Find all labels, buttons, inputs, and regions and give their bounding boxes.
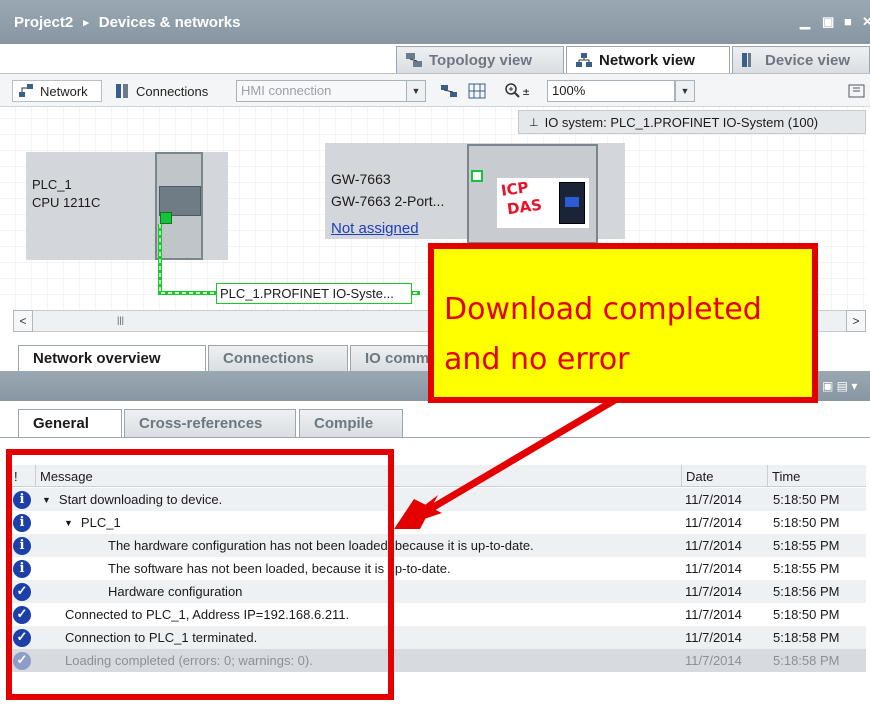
message-time: 5:18:56 PM — [773, 584, 840, 599]
column-time[interactable]: Time — [768, 465, 866, 487]
grid-icon[interactable] — [468, 80, 486, 102]
panel-toggle-icon[interactable] — [848, 80, 866, 102]
annotation-text: Download completed and no error — [444, 285, 762, 385]
pin-icon[interactable]: ⊥ — [529, 116, 539, 129]
network-mode-label: Network — [40, 83, 88, 99]
device-icon — [742, 53, 751, 67]
message-date: 11/7/2014 — [685, 653, 742, 668]
tab-topology-view[interactable]: Topology view — [396, 46, 564, 73]
breadcrumb-separator-icon: ▸ — [83, 17, 89, 29]
message-date: 11/7/2014 — [685, 561, 742, 576]
plc-name: PLC_1 — [32, 177, 72, 192]
tab-cross-references[interactable]: Cross-references — [124, 409, 296, 437]
tab-device-label: Device view — [765, 51, 851, 69]
gateway-type: GW-7663 2-Port... — [331, 193, 445, 209]
connections-mode-button[interactable]: Connections — [114, 80, 226, 102]
message-date: 11/7/2014 — [685, 630, 742, 645]
topology-icon — [406, 53, 422, 67]
tab-network-view[interactable]: Network view — [566, 46, 730, 73]
message-time: 5:18:58 PM — [773, 630, 840, 645]
maximize-icon[interactable]: ■ — [844, 14, 852, 29]
breadcrumb-location: Devices & networks — [98, 14, 241, 31]
connection-type-dropdown-icon[interactable]: ▼ — [406, 80, 426, 102]
message-time: 5:18:55 PM — [773, 538, 840, 553]
gateway-module[interactable]: ICP DAS — [467, 144, 598, 244]
minimize-icon[interactable]: ▁ — [800, 14, 810, 30]
message-date: 11/7/2014 — [685, 538, 742, 553]
zoom-dropdown-icon[interactable]: ▼ — [675, 80, 695, 102]
svg-text:±: ± — [522, 87, 529, 98]
gateway-port-icon[interactable] — [471, 170, 483, 182]
message-time: 5:18:58 PM — [773, 653, 840, 668]
annotation-callout: Download completed and no error — [428, 243, 818, 403]
io-system-label: IO system: PLC_1.PROFINET IO-System (100… — [544, 114, 819, 130]
message-date: 11/7/2014 — [685, 584, 742, 599]
zoom-icon[interactable]: ± — [505, 80, 529, 102]
network-mode-button[interactable]: Network — [12, 80, 102, 102]
scroll-left-icon[interactable]: < — [13, 310, 33, 332]
gateway-name: GW-7663 — [331, 171, 391, 187]
annotation-arrow — [394, 396, 617, 529]
title-bar: Project2 ▸ Devices & networks ▁ ▣ ■ ✕ — [0, 0, 870, 44]
device-photo — [559, 182, 585, 224]
tab-device-view[interactable]: Device view — [732, 46, 870, 73]
connections-icon — [116, 84, 128, 98]
plc-cpu: CPU 1211C — [32, 195, 101, 210]
message-time: 5:18:50 PM — [773, 492, 840, 507]
connections-mode-label: Connections — [136, 83, 209, 99]
network-mode-icon — [19, 84, 33, 97]
icpdas-logo: ICP DAS — [497, 178, 589, 228]
logo-line-2: DAS — [505, 195, 543, 219]
column-date[interactable]: Date — [682, 465, 768, 487]
profinet-subnet-label[interactable]: PLC_1.PROFINET IO-Syste... — [216, 283, 412, 304]
tab-network-overview[interactable]: Network overview — [18, 345, 206, 371]
toolbar: Network Connections HMI connection ▼ ± 1… — [0, 73, 870, 107]
show-addresses-icon[interactable] — [440, 80, 458, 102]
annotation-line-1: Download completed — [444, 292, 762, 327]
annotation-line-2: and no error — [444, 342, 630, 377]
message-time: 5:18:55 PM — [773, 561, 840, 576]
restore-icon[interactable]: ▣ — [822, 14, 834, 30]
message-date: 11/7/2014 — [685, 515, 742, 530]
close-icon[interactable]: ✕ — [862, 14, 870, 30]
tab-network-label: Network view — [599, 51, 695, 69]
tab-topology-label: Topology view — [429, 51, 533, 69]
message-date: 11/7/2014 — [685, 607, 742, 622]
inspector-dock-icon[interactable]: ▣ ▤ ▾ — [822, 379, 857, 393]
message-time: 5:18:50 PM — [773, 607, 840, 622]
message-time: 5:18:50 PM — [773, 515, 840, 530]
tab-connections[interactable]: Connections — [208, 345, 348, 371]
zoom-level-select[interactable]: 100% — [547, 80, 675, 102]
tab-general[interactable]: General — [18, 409, 122, 437]
scroll-right-icon[interactable]: > — [846, 310, 866, 332]
logo-line-1: ICP — [499, 178, 530, 200]
connection-type-select[interactable]: HMI connection — [236, 80, 408, 102]
network-icon — [576, 53, 592, 67]
breadcrumb-project[interactable]: Project2 — [14, 14, 73, 31]
io-system-tooltip: ⊥ IO system: PLC_1.PROFINET IO-System (1… — [518, 110, 866, 134]
breadcrumb: Project2 ▸ Devices & networks — [14, 14, 240, 31]
scroll-thumb-grip-icon[interactable]: ||| — [117, 315, 124, 325]
annotation-highlight-frame — [6, 449, 394, 700]
message-date: 11/7/2014 — [685, 492, 742, 507]
